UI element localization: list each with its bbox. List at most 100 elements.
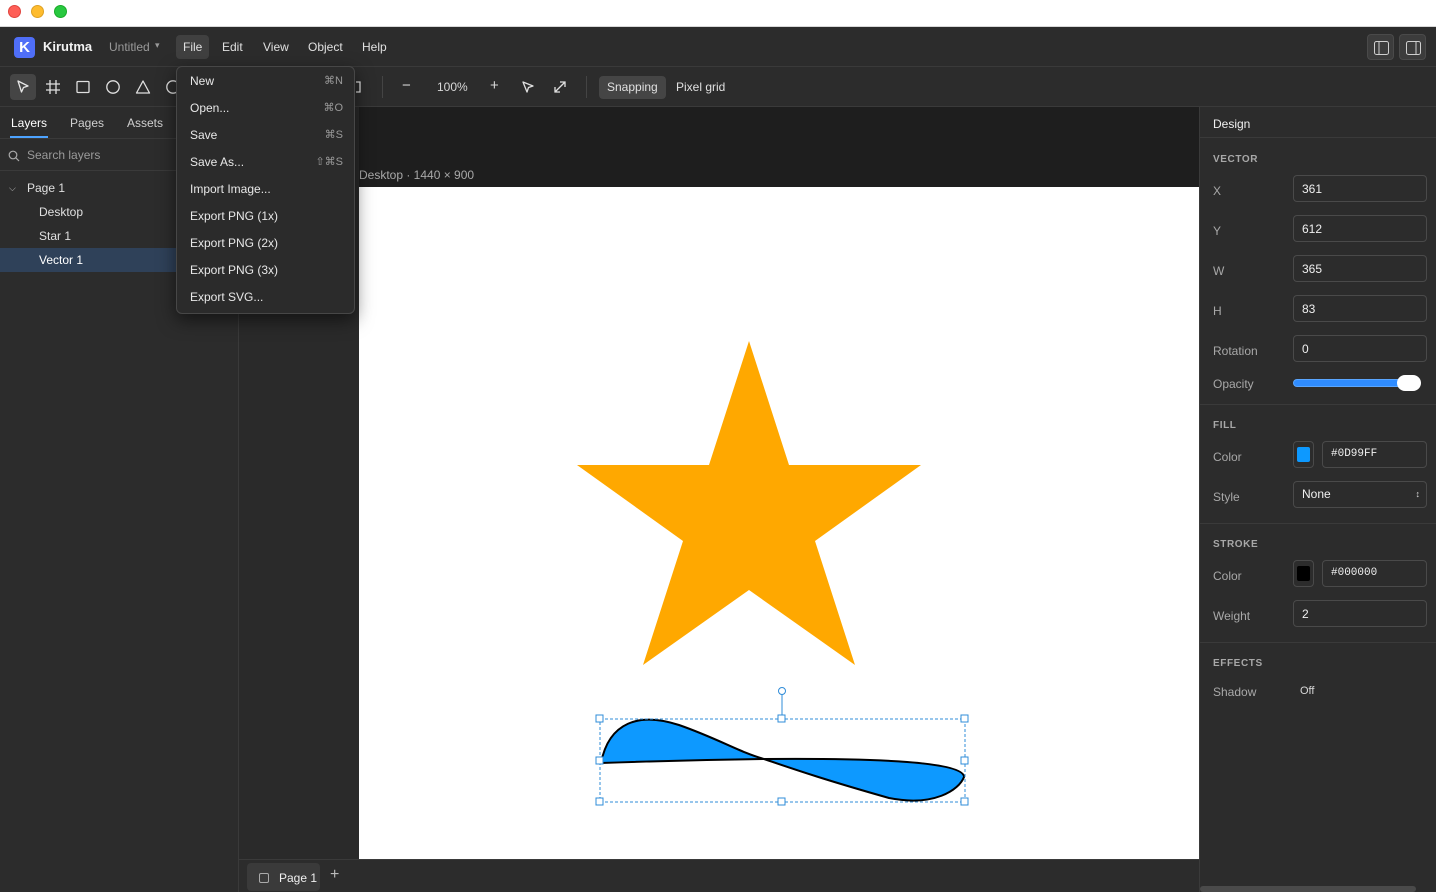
design-panel-title: Design: [1213, 117, 1251, 131]
menu-item-export-png-2x[interactable]: Export PNG (2x): [178, 230, 353, 257]
design-panel-header: Design: [1200, 107, 1436, 138]
direct-select-button[interactable]: [515, 74, 541, 100]
zoom-out-button[interactable]: −: [402, 77, 411, 94]
menu-item-import-image[interactable]: Import Image...: [178, 176, 353, 203]
design-panel: Design VECTOR X Y W H Rotation Opacity F…: [1199, 107, 1436, 892]
vector-shape[interactable]: [599, 718, 966, 802]
menu-item-export-png-1x[interactable]: Export PNG (1x): [178, 203, 353, 230]
menu-item-shortcut: ⌘O: [323, 102, 343, 114]
zoom-level[interactable]: 100%: [437, 80, 468, 94]
node-pointer-icon: [522, 81, 534, 93]
fill-style-select[interactable]: None ↕: [1293, 481, 1427, 508]
document-menu-caret-icon[interactable]: ▾: [155, 40, 160, 51]
menu-item-new[interactable]: New ⌘N: [178, 68, 353, 95]
menu-item-export-png-3x[interactable]: Export PNG (3x): [178, 257, 353, 284]
menu-item-label: Export PNG (3x): [190, 263, 279, 277]
layer-row-label: Star 1: [39, 229, 72, 243]
menu-item-shortcut: ⌘N: [324, 75, 343, 87]
rectangle-icon: [76, 80, 90, 94]
toggle-right-panel-button[interactable]: [1399, 34, 1426, 60]
document-name[interactable]: Untitled: [109, 40, 150, 54]
stroke-hex-input[interactable]: #000000: [1322, 560, 1427, 587]
app-menubar: K Kirutma Untitled ▾ File Edit View Obje…: [0, 27, 1436, 67]
frame-tool-button[interactable]: [40, 74, 66, 100]
toggle-left-panel-button[interactable]: [1367, 34, 1394, 60]
resize-handle-right[interactable]: [960, 756, 969, 765]
menu-edit[interactable]: Edit: [215, 35, 250, 59]
menu-item-label: Export PNG (2x): [190, 236, 279, 250]
fit-to-screen-button[interactable]: [547, 74, 573, 100]
app-logo-icon[interactable]: K: [14, 37, 35, 58]
width-input[interactable]: [1293, 255, 1427, 282]
resize-handle-bottom-right[interactable]: [960, 797, 969, 806]
layer-row-label: Desktop: [39, 205, 84, 219]
resize-handle-bottom[interactable]: [777, 797, 786, 806]
height-input[interactable]: [1293, 295, 1427, 322]
menu-file[interactable]: File: [176, 35, 210, 59]
fill-color-label: Color: [1213, 450, 1242, 464]
zoom-in-button[interactable]: +: [490, 77, 499, 94]
resize-handle-top[interactable]: [777, 714, 786, 723]
y-input[interactable]: [1293, 215, 1427, 242]
select-tool-button[interactable]: [10, 74, 36, 100]
tab-assets[interactable]: Assets: [127, 116, 163, 130]
shadow-label: Shadow: [1213, 685, 1257, 699]
add-page-button[interactable]: +: [330, 866, 339, 884]
tab-layers[interactable]: Layers: [11, 116, 47, 130]
fill-hex-input[interactable]: #0D99FF: [1322, 441, 1427, 468]
pointer-icon: [17, 80, 29, 93]
menu-view[interactable]: View: [256, 35, 296, 59]
close-window-button[interactable]: [8, 5, 21, 18]
canvas[interactable]: Desktop · 1440 × 900: [239, 107, 1199, 859]
tab-pages[interactable]: Pages: [70, 116, 104, 130]
pixel-grid-toggle[interactable]: Pixel grid: [668, 76, 733, 99]
panel-scrollbar[interactable]: [1200, 886, 1416, 892]
rectangle-tool-button[interactable]: [70, 74, 96, 100]
file-menu-dropdown: New ⌘N Open... ⌘O Save ⌘S Save As... ⇧⌘S…: [176, 66, 355, 314]
fill-color-swatch[interactable]: [1293, 441, 1314, 468]
rotation-input[interactable]: [1293, 335, 1427, 362]
triangle-icon: [135, 80, 151, 94]
fill-style-label: Style: [1213, 490, 1240, 504]
resize-handle-left[interactable]: [595, 756, 604, 765]
rotation-handle[interactable]: [778, 687, 786, 695]
menu-object[interactable]: Object: [301, 35, 350, 59]
x-label: X: [1213, 184, 1222, 198]
page-row-label: Page 1: [27, 181, 66, 195]
resize-handle-bottom-left[interactable]: [595, 797, 604, 806]
menu-item-label: Open...: [190, 101, 230, 115]
menu-item-export-svg[interactable]: Export SVG...: [178, 284, 353, 311]
zoom-window-button[interactable]: [54, 5, 67, 18]
select-caret-icon: ↕: [1415, 489, 1421, 499]
minimize-window-button[interactable]: [31, 5, 44, 18]
menu-item-save-as[interactable]: Save As... ⇧⌘S: [178, 149, 353, 176]
section-divider: [1200, 642, 1436, 643]
x-input[interactable]: [1293, 175, 1427, 202]
snapping-toggle[interactable]: Snapping: [599, 76, 666, 99]
window-titlebar: [0, 0, 1436, 27]
page-bar: Page 1 +: [239, 859, 1199, 892]
triangle-tool-button[interactable]: [130, 74, 156, 100]
menu-help[interactable]: Help: [355, 35, 394, 59]
frame-label[interactable]: Desktop · 1440 × 900: [359, 168, 474, 182]
opacity-slider-handle[interactable]: [1397, 375, 1421, 391]
menu-item-open[interactable]: Open... ⌘O: [178, 95, 353, 122]
resize-handle-top-right[interactable]: [960, 714, 969, 723]
fill-swatch-chip: [1297, 447, 1310, 462]
stroke-weight-input[interactable]: [1293, 600, 1427, 627]
page-tab[interactable]: Page 1: [247, 863, 320, 891]
ellipse-icon: [106, 80, 120, 94]
shadow-toggle[interactable]: Off: [1300, 685, 1314, 697]
ellipse-tool-button[interactable]: [100, 74, 126, 100]
resize-handle-top-left[interactable]: [595, 714, 604, 723]
stroke-color-swatch[interactable]: [1293, 560, 1314, 587]
chevron-down-icon[interactable]: ⌵: [9, 176, 16, 200]
search-layers-input[interactable]: [27, 147, 177, 163]
menu-item-label: Export SVG...: [190, 290, 264, 304]
toolbar-divider: [382, 76, 383, 98]
toolbar-divider: [586, 76, 587, 98]
desktop-frame[interactable]: [359, 187, 1199, 859]
menu-item-save[interactable]: Save ⌘S: [178, 122, 353, 149]
star-shape[interactable]: [577, 341, 921, 665]
section-divider: [1200, 404, 1436, 405]
